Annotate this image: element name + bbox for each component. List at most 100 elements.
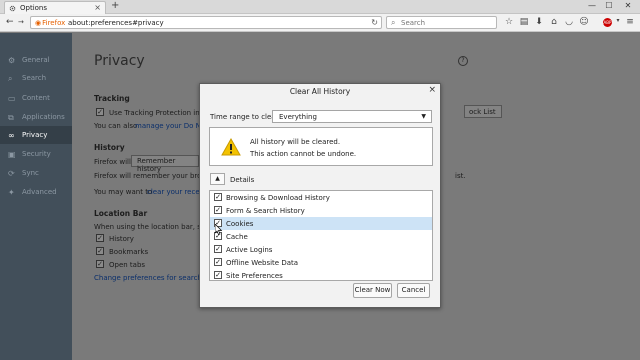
minimize-button[interactable]: —	[585, 1, 599, 10]
sidebar-item-general[interactable]: ⚙ General	[0, 51, 72, 69]
history-heading: History	[94, 143, 125, 152]
share-icon[interactable]: ☺	[578, 17, 590, 27]
sidebar-item-label: Search	[22, 74, 47, 82]
history-text: Firefox will remember your brows	[94, 172, 211, 180]
sidebar-item-sync[interactable]: ⟳ Sync	[0, 164, 72, 182]
history-suggestion-label: History	[109, 235, 134, 243]
tracking-text: You can also	[94, 122, 138, 130]
lock-icon: ▣	[8, 150, 16, 159]
location-bar-heading: Location Bar	[94, 209, 148, 218]
title-bar: Options × + — ☐ ✕	[0, 0, 640, 14]
manage-dnt-link[interactable]: manage your Do Not	[135, 122, 208, 130]
list-item[interactable]: ✓ Site Preferences	[210, 269, 432, 280]
bookmarks-suggestion-checkbox[interactable]: ✓	[96, 247, 104, 255]
clear-recent-history-link[interactable]: clear your recent	[147, 188, 207, 196]
open-tabs-suggestion-checkbox[interactable]: ✓	[96, 260, 104, 268]
sidebar-item-search[interactable]: ⌕ Search	[0, 69, 72, 87]
history-text-suffix: ist.	[455, 172, 466, 180]
time-range-select[interactable]: Everything ▼	[272, 110, 432, 123]
sidebar-item-label: Security	[22, 150, 51, 158]
sidebar-item-applications[interactable]: ⧉ Applications	[0, 108, 72, 126]
tab-options[interactable]: Options ×	[4, 1, 106, 14]
checkbox[interactable]: ✓	[214, 271, 222, 279]
maximize-button[interactable]: ☐	[602, 1, 616, 10]
document-icon: ▭	[8, 94, 16, 103]
sync-icon: ⟳	[8, 169, 15, 178]
search-input[interactable]	[401, 19, 491, 27]
sidebar-item-privacy[interactable]: ∞ Privacy	[0, 126, 72, 144]
home-icon[interactable]: ⌂	[548, 17, 560, 27]
sidebar-item-label: Advanced	[22, 188, 57, 196]
list-item[interactable]: ✓ Form & Search History	[210, 204, 432, 217]
close-window-button[interactable]: ✕	[621, 1, 635, 10]
tracking-checkbox-label: Use Tracking Protection in Pr	[109, 109, 209, 117]
clear-history-dialog: Clear All History × Time range to clear:…	[199, 83, 441, 308]
clear-now-button[interactable]: Clear Now	[353, 283, 392, 298]
checkbox[interactable]: ✓	[214, 258, 222, 266]
mask-icon: ∞	[8, 131, 15, 140]
wizard-icon: ✦	[8, 188, 15, 197]
checkbox[interactable]: ✓	[214, 245, 222, 253]
sidebar-item-label: Content	[22, 94, 50, 102]
url-text: about:preferences#privacy	[68, 19, 164, 27]
exceptions-button[interactable]: ock List	[464, 105, 502, 118]
page-title: Privacy	[94, 53, 145, 69]
new-tab-button[interactable]: +	[111, 0, 119, 11]
sidebar-item-label: General	[22, 56, 50, 64]
navigation-bar: ← → ◉Firefox about:preferences#privacy ↻…	[0, 14, 640, 32]
list-item[interactable]: ✓ Browsing & Download History	[210, 191, 432, 204]
warning-icon	[221, 138, 241, 156]
sidebar-item-security[interactable]: ▣ Security	[0, 145, 72, 163]
sidebar-item-label: Sync	[22, 169, 39, 177]
adblock-icon[interactable]: ABP	[603, 18, 612, 27]
tracking-checkbox[interactable]: ✓	[96, 108, 104, 116]
history-items-list[interactable]: ✓ Browsing & Download History ✓ Form & S…	[209, 190, 433, 281]
forward-icon[interactable]: →	[18, 18, 24, 26]
details-toggle-button[interactable]: ▲	[210, 173, 225, 185]
list-item[interactable]: ✓ Active Logins	[210, 243, 432, 256]
list-item[interactable]: ✓ Cookies	[210, 217, 432, 230]
location-bar-text: When using the location bar, sugg	[94, 223, 215, 231]
chevron-up-icon: ▲	[215, 175, 220, 182]
url-bar[interactable]: ◉Firefox about:preferences#privacy ↻	[30, 16, 382, 29]
list-item[interactable]: ✓ Offline Website Data	[210, 256, 432, 269]
checkbox[interactable]: ✓	[214, 193, 222, 201]
warning-line-1: All history will be cleared.	[250, 138, 341, 146]
sidebar-item-content[interactable]: ▭ Content	[0, 89, 72, 107]
mouse-pointer-icon	[215, 224, 222, 235]
sidebar-item-label: Privacy	[22, 131, 48, 139]
cancel-button[interactable]: Cancel	[397, 283, 430, 298]
applications-icon: ⧉	[8, 113, 14, 122]
close-icon[interactable]: ×	[428, 85, 436, 95]
identity-label: Firefox	[42, 19, 66, 27]
chevron-down-icon: ▼	[421, 113, 426, 120]
history-mode-select[interactable]: Remember history	[131, 155, 199, 173]
tracking-heading: Tracking	[94, 94, 130, 103]
checkbox[interactable]: ✓	[214, 206, 222, 214]
back-icon[interactable]: ←	[6, 17, 14, 27]
reload-icon[interactable]: ↻	[371, 18, 378, 27]
list-item[interactable]: ✓ Cache	[210, 230, 432, 243]
time-range-value: Everything	[279, 113, 317, 121]
list-item-label: Site Preferences	[226, 272, 283, 280]
pocket-icon[interactable]: ◡	[563, 17, 575, 27]
list-item-label: Cookies	[226, 220, 254, 228]
bookmark-star-icon[interactable]: ☆	[503, 17, 515, 27]
history-will-label: Firefox will:	[94, 158, 134, 166]
firefox-identity-icon: ◉Firefox	[35, 19, 66, 27]
tab-close-icon[interactable]: ×	[94, 3, 101, 12]
history-suggestion-checkbox[interactable]: ✓	[96, 234, 104, 242]
sidebar-item-label: Applications	[22, 113, 65, 121]
reading-list-icon[interactable]: ▤	[518, 17, 530, 27]
list-item-label: Browsing & Download History	[226, 194, 330, 202]
clear-text: You may want to	[94, 188, 153, 196]
gear-icon	[9, 5, 16, 12]
help-icon[interactable]: ?	[458, 56, 468, 66]
bookmarks-suggestion-label: Bookmarks	[109, 248, 149, 256]
sidebar-item-advanced[interactable]: ✦ Advanced	[0, 183, 72, 201]
menu-icon[interactable]: ≡	[624, 17, 636, 27]
downloads-icon[interactable]: ⬇	[533, 17, 545, 27]
gear-icon: ⚙	[8, 56, 16, 65]
adblock-dropdown-icon[interactable]: ▾	[612, 17, 624, 24]
search-bar[interactable]: ⌕	[386, 16, 497, 29]
